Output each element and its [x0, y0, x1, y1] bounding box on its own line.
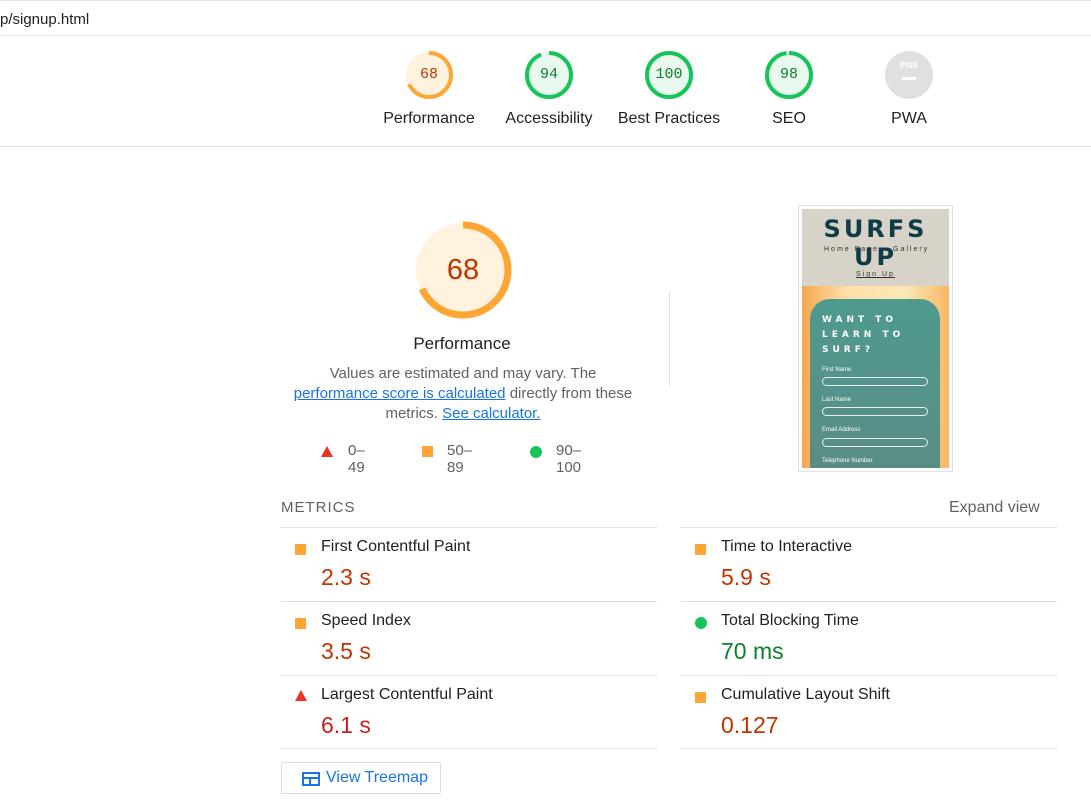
gauge-score: 94: [539, 66, 558, 83]
screenshot-brand: SURFS UP: [823, 215, 928, 271]
gauge-label: Accessibility: [505, 110, 593, 127]
gauge-score: 100: [655, 66, 683, 83]
screenshot-field: [822, 407, 928, 416]
gauge-ring: 98: [764, 50, 814, 100]
gauge-label: Best Practices: [617, 110, 721, 127]
divider: [281, 748, 657, 749]
gauge-best-practices[interactable]: 100 Best Practices: [609, 50, 729, 128]
gauge-score: 68: [419, 66, 438, 83]
screenshot-field-label: Email Address: [822, 427, 861, 433]
view-treemap-button[interactable]: View Treemap: [281, 762, 441, 794]
gauge-ring: 94: [524, 50, 574, 100]
metric-total-blocking-time: Total Blocking Time 70 ms: [681, 601, 1057, 675]
square-icon: [295, 544, 306, 555]
screenshot-content: SURFS UP Home Page Gallery Sign Up WANT …: [802, 209, 949, 468]
pwa-badge-text: PWA: [899, 61, 919, 70]
screenshot-field-label: First Name: [822, 367, 852, 373]
gauge-performance[interactable]: 68 Performance: [369, 50, 489, 128]
metric-cumulative-layout-shift: Cumulative Layout Shift 0.127: [681, 675, 1057, 749]
gauge-score: 98: [779, 66, 798, 83]
square-icon: [295, 618, 306, 629]
screenshot-field: [822, 438, 928, 447]
screenshot-nav-signup: Sign Up: [856, 271, 895, 278]
gauge-seo[interactable]: 98 SEO: [729, 50, 849, 128]
gauge-label: Performance: [383, 110, 475, 127]
circle-icon: [530, 446, 542, 458]
url-text: p/signup.html: [0, 11, 90, 28]
metric-time-to-interactive: Time to Interactive 5.9 s: [681, 527, 1057, 601]
gauge-pwa[interactable]: PWA PWA: [849, 50, 969, 128]
screenshot-nav-gallery: Gallery: [893, 246, 930, 253]
triangle-icon: [321, 446, 333, 457]
screenshot-nav-home: Home Page: [824, 246, 879, 253]
pwa-ring: PWA: [884, 50, 934, 100]
square-icon: [422, 446, 433, 457]
square-icon: [695, 544, 706, 555]
divider: [681, 748, 1057, 749]
performance-big-gauge: 68: [413, 220, 513, 320]
metric-first-contentful-paint: First Contentful Paint 2.3 s: [281, 527, 657, 601]
see-calculator-link[interactable]: See calculator.: [442, 405, 540, 422]
score-calculated-link[interactable]: performance score is calculated: [294, 385, 506, 402]
performance-title: Performance: [413, 334, 511, 353]
screenshot-field: [822, 377, 928, 386]
performance-score: 68: [446, 254, 480, 286]
treemap-icon: [302, 772, 320, 786]
url-bar[interactable]: p/signup.html: [0, 0, 1091, 36]
gauge-accessibility[interactable]: 94 Accessibility: [489, 50, 609, 128]
divider: [669, 292, 670, 386]
screenshot-field-label: Last Name: [822, 397, 852, 403]
gauge-label: SEO: [772, 110, 806, 127]
expand-view-toggle[interactable]: Expand view: [949, 499, 1040, 517]
pwa-icon: PWA: [885, 51, 933, 99]
metric-speed-index: Speed Index 3.5 s: [281, 601, 657, 675]
screenshot-field-label: Telephone Number: [822, 458, 873, 464]
performance-description: Values are estimated and may vary. The p…: [293, 365, 633, 422]
category-gauges-bar: 68 Performance 94 Accessibility 100 Best…: [0, 36, 1091, 147]
screenshot-form-card: WANT TO LEARN TO SURF? First Name Last N…: [810, 299, 940, 468]
gauge-label: PWA: [891, 110, 927, 127]
metrics-header: METRICS: [281, 499, 356, 516]
metric-largest-contentful-paint: Largest Contentful Paint 6.1 s: [281, 675, 657, 749]
square-icon: [695, 692, 706, 703]
triangle-icon: [295, 690, 307, 701]
screenshot-heading: WANT TO LEARN TO SURF?: [822, 315, 905, 355]
gauge-ring: 100: [644, 50, 694, 100]
gauge-ring: 68: [404, 50, 454, 100]
final-screenshot[interactable]: SURFS UP Home Page Gallery Sign Up WANT …: [798, 205, 953, 472]
circle-icon: [695, 617, 707, 629]
